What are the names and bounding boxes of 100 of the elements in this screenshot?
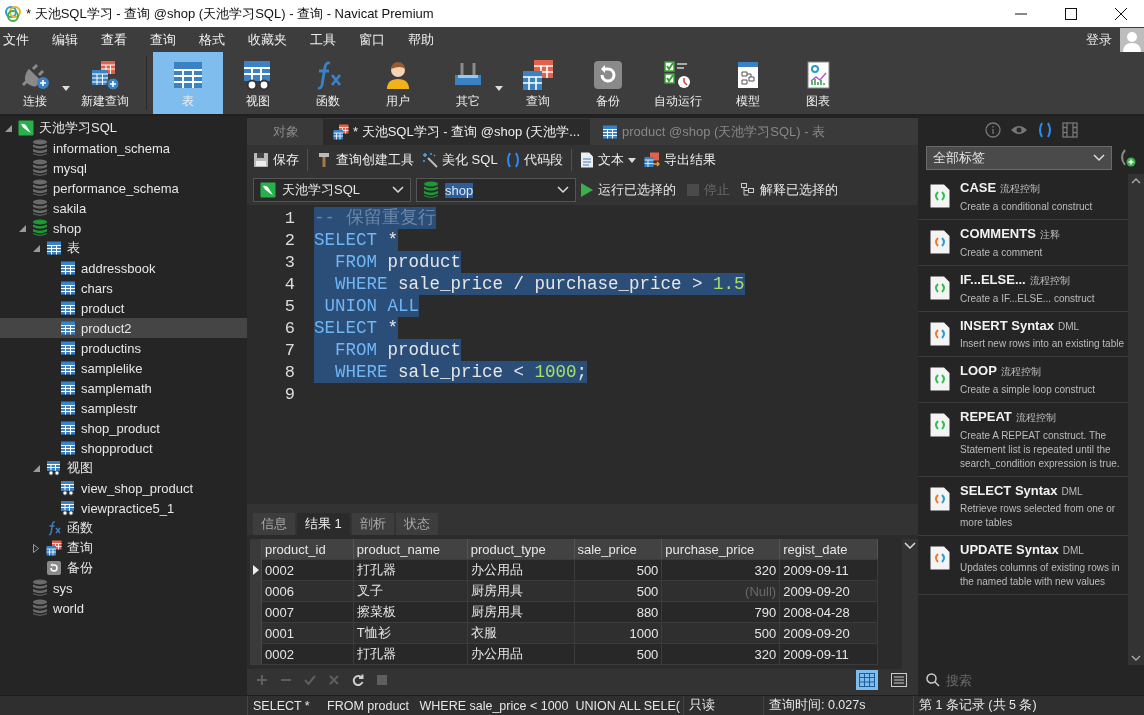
menu-item[interactable]: 查询: [147, 30, 188, 49]
table-cell: 0001: [262, 623, 354, 643]
column-header[interactable]: regist_date: [780, 539, 878, 559]
table-icon: [602, 124, 618, 140]
tree-item[interactable]: 查询: [0, 538, 247, 558]
snippet-item[interactable]: IF...ELSE... 流程控制 Create a IF...ELSE... construct: [918, 266, 1128, 312]
snippet-item[interactable]: LOOP 流程控制 Create a simple loop construct: [918, 357, 1128, 403]
toolbar-button[interactable]: 自动运行: [643, 52, 713, 114]
snippet-item[interactable]: COMMENTS 注释 Create a comment: [918, 220, 1128, 266]
tree-item[interactable]: addressbook: [0, 258, 247, 278]
toolbar-button[interactable]: 图表: [783, 52, 853, 114]
table-icon: [60, 340, 76, 356]
collapsed-arrow-icon[interactable]: [33, 543, 39, 553]
chevron-down-icon: [557, 186, 569, 194]
grid-view-button[interactable]: [856, 670, 878, 690]
toolbar-button[interactable]: 视图: [223, 52, 293, 114]
toolbar-button[interactable]: 新建查询: [70, 52, 140, 114]
tree-item[interactable]: 函数: [0, 518, 247, 538]
tree-item[interactable]: samplelike: [0, 358, 247, 378]
toolbar-button[interactable]: 美化 SQL: [422, 151, 498, 169]
menu-item[interactable]: 窗口: [356, 30, 397, 49]
chevron-down-icon: [392, 186, 404, 194]
tree-item[interactable]: 表: [0, 238, 247, 258]
tab[interactable]: 结果 1: [297, 513, 350, 535]
tree-item[interactable]: productins: [0, 338, 247, 358]
toolbar-button[interactable]: 模型: [713, 52, 783, 114]
info-icon[interactable]: [984, 122, 1001, 138]
expanded-arrow-icon[interactable]: [18, 224, 26, 232]
toolbar-button[interactable]: 连接: [0, 52, 70, 114]
tree-item[interactable]: 视图: [0, 458, 247, 478]
toolbar-button[interactable]: 查询: [503, 52, 573, 114]
toolbar-button[interactable]: 查询创建工具: [316, 151, 414, 169]
toolbar-button[interactable]: 其它: [433, 52, 503, 114]
expanded-arrow-icon[interactable]: [32, 464, 40, 472]
expanded-arrow-icon[interactable]: [4, 124, 12, 132]
menu-item[interactable]: 文件: [0, 30, 41, 49]
tab[interactable]: 状态: [395, 513, 438, 535]
brackets-icon[interactable]: [1036, 122, 1053, 138]
menu-item[interactable]: 编辑: [49, 30, 90, 49]
connection-icon: [260, 182, 276, 198]
expanded-arrow-icon[interactable]: [32, 244, 40, 252]
column-header[interactable]: sale_price: [574, 539, 663, 559]
toolbar-button[interactable]: 代码段: [505, 151, 563, 169]
toolbar-button[interactable]: 文本: [579, 151, 636, 169]
search-field[interactable]: 搜索: [946, 670, 1096, 690]
column-header[interactable]: purchase_price: [662, 539, 781, 559]
film-icon[interactable]: [1061, 122, 1078, 138]
database-select[interactable]: shop: [416, 178, 576, 202]
tab[interactable]: * 天池SQL学习 - 查询 @shop (天池学...: [323, 119, 590, 145]
menu-item[interactable]: 收藏夹: [245, 30, 299, 49]
tree-item[interactable]: shopproduct: [0, 438, 247, 458]
snippet-item[interactable]: INSERT Syntax DML Insert new rows into an existing table: [918, 312, 1128, 357]
connection-select[interactable]: 天池学习SQL: [253, 178, 411, 202]
line-number: 2: [283, 230, 295, 250]
form-view-button[interactable]: [888, 670, 910, 690]
tree-item[interactable]: chars: [0, 278, 247, 298]
column-header[interactable]: product_type: [467, 539, 575, 559]
tab[interactable]: 剖析: [351, 513, 394, 535]
snippet-item[interactable]: CASE 流程控制 Create a conditional construct: [918, 174, 1128, 220]
snippet-item[interactable]: UPDATE Syntax DML Updates columns of existing rows in the named table with new values: [918, 536, 1128, 595]
toolbar-button[interactable]: 导出结果: [643, 151, 716, 169]
export-icon: [643, 152, 660, 168]
tree-item[interactable]: samplemath: [0, 378, 247, 398]
tree-item[interactable]: product2: [0, 318, 247, 338]
column-header[interactable]: product_id: [262, 539, 354, 559]
snippet-title: LOOP: [960, 363, 997, 378]
tree-item[interactable]: mysql: [0, 158, 247, 178]
tag-filter-select[interactable]: 全部标签: [926, 146, 1112, 170]
explain-selected-button[interactable]: 解释已选择的: [741, 181, 838, 199]
tree-item[interactable]: sakila: [0, 198, 247, 218]
tree-item[interactable]: sys: [0, 578, 247, 598]
tree-item[interactable]: samplestr: [0, 398, 247, 418]
snippet-item[interactable]: SELECT Syntax DML Retrieve rows selected from one or more tables: [918, 477, 1128, 536]
menu-item[interactable]: 格式: [196, 30, 237, 49]
tree-item[interactable]: shop: [0, 218, 247, 238]
scrollbar[interactable]: [902, 539, 918, 669]
toolbar-button[interactable]: 备份: [573, 52, 643, 114]
tree-item[interactable]: view_shop_product: [0, 478, 247, 498]
login-link[interactable]: 登录: [1086, 30, 1112, 49]
menu-item[interactable]: 工具: [307, 30, 348, 49]
tree-item[interactable]: 天池学习SQL: [0, 118, 247, 138]
tree-item[interactable]: shop_product: [0, 418, 247, 438]
refresh-icon[interactable]: [351, 673, 365, 687]
tree-item[interactable]: performance_schema: [0, 178, 247, 198]
column-header[interactable]: product_name: [353, 539, 468, 559]
tab[interactable]: 信息: [253, 513, 295, 535]
grid-icon: [859, 673, 875, 687]
toolbar-button[interactable]: 函数: [293, 52, 363, 114]
tree-item[interactable]: world: [0, 598, 247, 618]
toolbar-button[interactable]: 保存: [253, 151, 299, 169]
tree-item[interactable]: 备份: [0, 558, 247, 578]
run-selected-button[interactable]: 运行已选择的: [581, 181, 676, 199]
query-icon: [46, 540, 62, 556]
tree-item[interactable]: viewpractice5_1: [0, 498, 247, 518]
menu-item[interactable]: 查看: [98, 30, 139, 49]
scrollbar[interactable]: [1128, 174, 1144, 665]
toolbar-button[interactable]: 用户: [363, 52, 433, 114]
tree-item[interactable]: product: [0, 298, 247, 318]
tree-item[interactable]: information_schema: [0, 138, 247, 158]
menu-item[interactable]: 帮助: [405, 30, 446, 49]
